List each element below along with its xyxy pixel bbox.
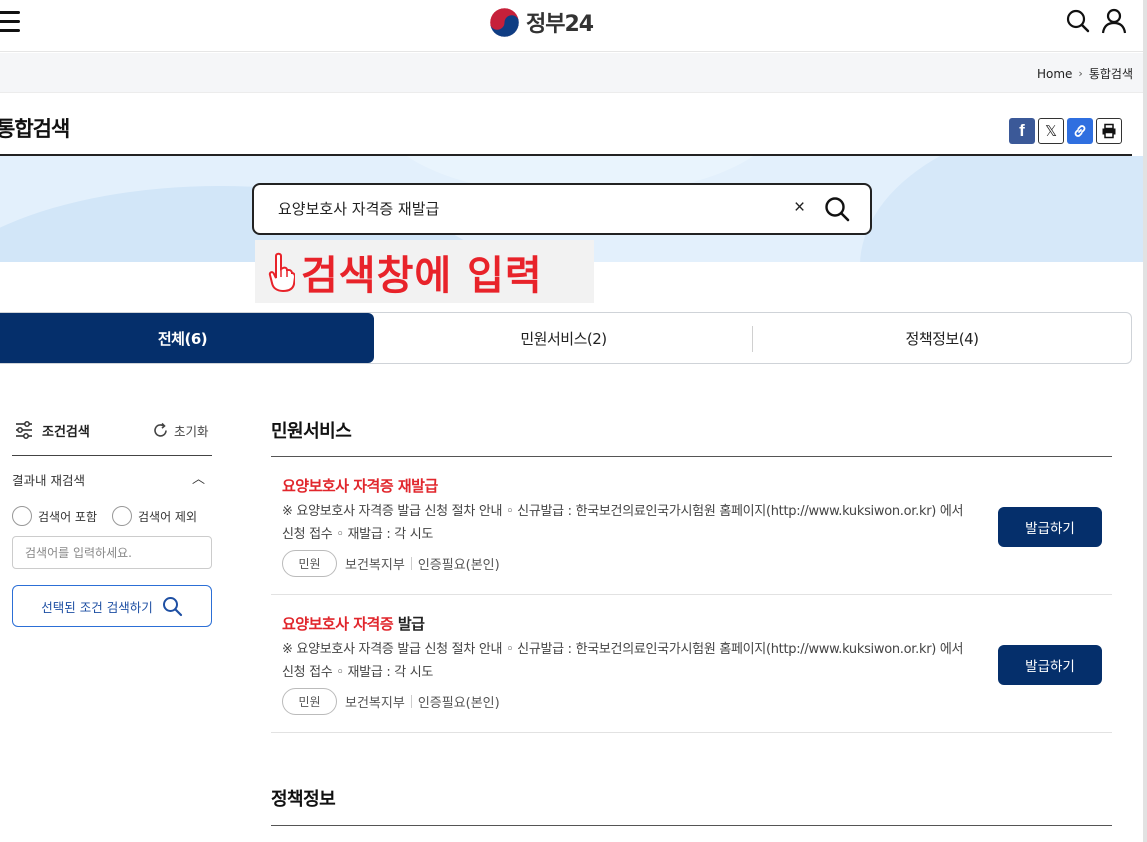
tab-label: 정책정보(4) bbox=[905, 329, 979, 348]
breadcrumb-home[interactable]: Home bbox=[1037, 67, 1072, 81]
tab-label: 민원서비스(2) bbox=[520, 329, 607, 348]
facebook-share-button[interactable]: f bbox=[1009, 118, 1035, 144]
page-scrollbar[interactable] bbox=[1143, 0, 1147, 842]
instruction-overlay: 검색창에 입력 bbox=[255, 240, 594, 303]
condition-search-button[interactable]: 선택된 조건 검색하기 bbox=[12, 585, 212, 627]
result-tabs: 전체(6) 민원서비스(2) 정책정보(4) bbox=[0, 312, 1132, 364]
page-title: 통합검색 bbox=[0, 117, 70, 141]
clear-icon[interactable]: × bbox=[794, 197, 805, 219]
print-button[interactable] bbox=[1096, 118, 1122, 144]
result-description: ※ 요양보호사 자격증 발급 신청 절차 안내 ◦ 신규발급 : 한국보건의료인… bbox=[282, 504, 964, 542]
meta-divider bbox=[410, 557, 412, 570]
auth-requirement: 인증필요(본인) bbox=[417, 558, 500, 573]
reset-button[interactable]: 초기화 bbox=[152, 421, 209, 440]
instruction-text: 검색창에 입력 bbox=[301, 252, 543, 299]
breadcrumb-bar: Home › 통합검색 bbox=[0, 53, 1147, 93]
share-toolbar: f 𝕏 bbox=[1009, 118, 1122, 144]
copy-link-button[interactable] bbox=[1067, 118, 1093, 144]
result-item: 요양보호사 자격증 발급 ※ 요양보호사 자격증 발급 신청 절차 안내 ◦ 신… bbox=[271, 595, 1112, 733]
section-title-civil: 민원서비스 bbox=[271, 421, 352, 442]
hamburger-menu-icon[interactable] bbox=[0, 11, 20, 33]
result-title[interactable]: 요양보호사 자격증 재발급 bbox=[282, 475, 438, 496]
result-title-rest: 발급 bbox=[393, 615, 425, 633]
section-title-policy: 정책정보 bbox=[271, 789, 336, 810]
issue-button[interactable]: 발급하기 bbox=[998, 507, 1102, 547]
site-logo[interactable]: 정부24 bbox=[489, 6, 594, 38]
pointing-finger-icon bbox=[268, 252, 295, 292]
refine-search-label: 결과내 재검색 bbox=[12, 473, 85, 488]
facebook-icon: f bbox=[1019, 121, 1025, 140]
logo-text: 정부24 bbox=[526, 12, 594, 37]
x-icon: 𝕏 bbox=[1044, 123, 1058, 140]
condition-search-label: 선택된 조건 검색하기 bbox=[41, 599, 153, 615]
result-title-highlight: 요양보호사 자격증 재발급 bbox=[282, 477, 438, 495]
exclude-keyword-radio[interactable]: 검색어 제외 bbox=[112, 506, 197, 526]
x-share-button[interactable]: 𝕏 bbox=[1038, 118, 1064, 144]
tab-all[interactable]: 전체(6) bbox=[0, 313, 374, 363]
radio-circle[interactable] bbox=[112, 506, 132, 526]
search-icon[interactable] bbox=[1065, 8, 1091, 34]
breadcrumb-current[interactable]: 통합검색 bbox=[1089, 65, 1133, 82]
section-divider bbox=[271, 825, 1112, 826]
chevron-right-icon: › bbox=[1078, 67, 1083, 80]
filter-divider bbox=[12, 455, 212, 456]
filter-sliders-icon bbox=[16, 421, 32, 439]
agency: 보건복지부 bbox=[345, 696, 405, 711]
radio-label: 검색어 포함 bbox=[38, 509, 98, 524]
radio-circle[interactable] bbox=[12, 506, 32, 526]
radio-label: 검색어 제외 bbox=[138, 509, 198, 524]
result-item: 요양보호사 자격증 재발급 ※ 요양보호사 자격증 발급 신청 절차 안내 ◦ … bbox=[271, 457, 1112, 595]
agency: 보건복지부 bbox=[345, 558, 405, 573]
include-keyword-radio[interactable]: 검색어 포함 bbox=[12, 506, 97, 526]
search-submit-icon[interactable] bbox=[823, 195, 851, 223]
tab-policy-info[interactable]: 정책정보(4) bbox=[753, 313, 1131, 363]
result-meta: 민원 보건복지부 인증필요(본인) bbox=[282, 550, 500, 577]
refresh-icon bbox=[154, 422, 167, 437]
search-input[interactable] bbox=[278, 199, 778, 217]
result-title[interactable]: 요양보호사 자격증 발급 bbox=[282, 613, 425, 634]
breadcrumb: Home › 통합검색 bbox=[1037, 65, 1133, 82]
keyword-input[interactable] bbox=[12, 536, 212, 569]
filter-header: 조건검색 bbox=[14, 420, 90, 440]
meta-divider bbox=[410, 695, 412, 708]
link-icon bbox=[1074, 125, 1086, 137]
user-icon[interactable] bbox=[1101, 8, 1127, 34]
search-box: × bbox=[252, 183, 872, 235]
printer-icon bbox=[1102, 123, 1116, 139]
auth-requirement: 인증필요(본인) bbox=[417, 696, 500, 711]
issue-button[interactable]: 발급하기 bbox=[998, 645, 1102, 685]
reset-label: 초기화 bbox=[174, 424, 209, 439]
filter-title: 조건검색 bbox=[42, 424, 90, 440]
result-description: ※ 요양보호사 자격증 발급 신청 절차 안내 ◦ 신규발급 : 한국보건의료인… bbox=[282, 642, 964, 680]
decorative-wave bbox=[860, 156, 1147, 262]
search-icon bbox=[162, 597, 182, 617]
taegeuk-logo-icon bbox=[489, 7, 520, 37]
result-title-highlight: 요양보호사 자격증 bbox=[282, 615, 394, 633]
tab-civil-service[interactable]: 민원서비스(2) bbox=[374, 313, 753, 363]
category-chip: 민원 bbox=[282, 688, 337, 715]
result-meta: 민원 보건복지부 인증필요(본인) bbox=[282, 688, 500, 715]
top-header: 정부24 bbox=[0, 0, 1147, 52]
chevron-up-icon[interactable]: ︿ bbox=[192, 468, 205, 487]
tab-label: 전체(6) bbox=[157, 329, 208, 348]
category-chip: 민원 bbox=[282, 550, 337, 577]
